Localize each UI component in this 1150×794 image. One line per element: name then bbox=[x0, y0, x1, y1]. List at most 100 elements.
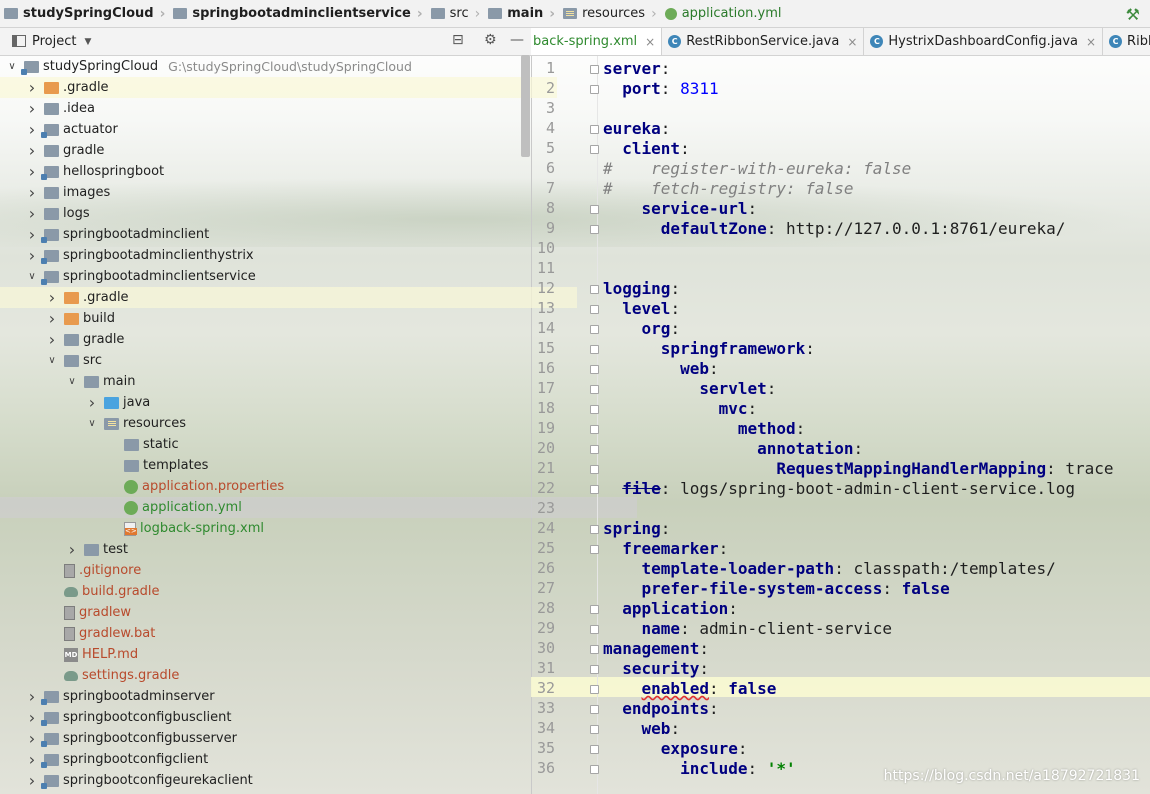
fold-marker-icon[interactable] bbox=[590, 345, 599, 354]
fold-marker-icon[interactable] bbox=[590, 405, 599, 414]
editor-tab[interactable]: C HystrixDashboardConfig.java × bbox=[864, 28, 1104, 55]
tree-node[interactable]: settings.gradle bbox=[0, 665, 577, 686]
tree-node[interactable]: gradlew.bat bbox=[0, 623, 577, 644]
tree-node[interactable]: › gradle bbox=[0, 329, 577, 350]
hide-icon[interactable]: — bbox=[510, 32, 524, 48]
chevron-right-icon[interactable]: › bbox=[26, 246, 38, 265]
tree-node[interactable]: › build bbox=[0, 308, 577, 329]
chevron-down-icon[interactable]: ∨ bbox=[66, 376, 78, 387]
chevron-right-icon[interactable]: › bbox=[26, 141, 38, 160]
tree-node[interactable]: › .gradle bbox=[0, 287, 577, 308]
chevron-right-icon[interactable]: › bbox=[26, 225, 38, 244]
fold-marker-icon[interactable] bbox=[590, 465, 599, 474]
fold-marker-icon[interactable] bbox=[590, 85, 599, 94]
close-icon[interactable]: × bbox=[645, 35, 655, 49]
build-hammer-icon[interactable]: ⚒ bbox=[1126, 5, 1140, 24]
fold-marker-icon[interactable] bbox=[590, 145, 599, 154]
fold-marker-icon[interactable] bbox=[590, 125, 599, 134]
tree-node[interactable]: › java bbox=[0, 392, 617, 413]
chevron-right-icon[interactable]: › bbox=[26, 78, 38, 97]
chevron-right-icon[interactable]: › bbox=[26, 750, 38, 769]
chevron-down-icon[interactable]: ∨ bbox=[6, 61, 18, 72]
chevron-right-icon[interactable]: › bbox=[86, 393, 98, 412]
fold-marker-icon[interactable] bbox=[590, 545, 599, 554]
project-pane-title[interactable]: Project bbox=[32, 34, 76, 49]
chevron-right-icon[interactable]: › bbox=[26, 204, 38, 223]
chevron-right-icon[interactable]: › bbox=[26, 687, 38, 706]
tree-node[interactable]: › springbootconfigbusclient bbox=[0, 707, 557, 728]
chevron-right-icon[interactable]: › bbox=[26, 729, 38, 748]
fold-marker-icon[interactable] bbox=[590, 765, 599, 774]
chevron-right-icon[interactable]: › bbox=[26, 120, 38, 139]
tree-node[interactable]: › hellospringboot bbox=[0, 161, 557, 182]
chevron-right-icon[interactable]: › bbox=[46, 330, 58, 349]
tree-node[interactable]: › springbootadminserver bbox=[0, 686, 557, 707]
fold-marker-icon[interactable] bbox=[590, 65, 599, 74]
tree-node[interactable]: › springbootconfigbusserver bbox=[0, 728, 557, 749]
tree-node[interactable]: › .gradle bbox=[0, 77, 557, 98]
chevron-right-icon[interactable]: › bbox=[26, 771, 38, 790]
fold-marker-icon[interactable] bbox=[590, 605, 599, 614]
fold-marker-icon[interactable] bbox=[590, 525, 599, 534]
tree-node[interactable]: › actuator bbox=[0, 119, 557, 140]
tree-node[interactable]: › .idea bbox=[0, 98, 557, 119]
fold-marker-icon[interactable] bbox=[590, 425, 599, 434]
tree-node[interactable]: build.gradle bbox=[0, 581, 577, 602]
tree-node[interactable]: › images bbox=[0, 182, 557, 203]
tree-node[interactable]: gradlew bbox=[0, 602, 577, 623]
fold-marker-icon[interactable] bbox=[590, 745, 599, 754]
tree-scrollbar[interactable] bbox=[521, 55, 530, 157]
chevron-down-icon[interactable]: ∨ bbox=[86, 418, 98, 429]
fold-marker-icon[interactable] bbox=[590, 305, 599, 314]
collapse-all-icon[interactable]: ⊟ bbox=[452, 32, 464, 48]
breadcrumb-item[interactable]: src › bbox=[427, 0, 485, 27]
tree-node[interactable]: ∨ main bbox=[0, 371, 597, 392]
gear-icon[interactable]: ⚙ bbox=[484, 32, 497, 48]
fold-marker-icon[interactable] bbox=[590, 705, 599, 714]
tree-node[interactable]: ∨ src bbox=[0, 350, 577, 371]
fold-marker-icon[interactable] bbox=[590, 485, 599, 494]
editor-tab[interactable]: C RestRibbonService.java × bbox=[662, 28, 865, 55]
fold-marker-icon[interactable] bbox=[590, 645, 599, 654]
close-icon[interactable]: × bbox=[1086, 35, 1096, 49]
editor-tab[interactable]: C RibbonConfig bbox=[1103, 28, 1150, 55]
chevron-right-icon[interactable]: › bbox=[46, 288, 58, 307]
tree-node[interactable]: ∨ studySpringCloud G:\studySpringCloud\stu… bbox=[0, 56, 537, 77]
chevron-right-icon[interactable]: › bbox=[26, 708, 38, 727]
tree-node[interactable]: MD HELP.md bbox=[0, 644, 577, 665]
tree-node[interactable]: › springbootadminclient bbox=[0, 224, 557, 245]
fold-marker-icon[interactable] bbox=[590, 365, 599, 374]
breadcrumb-item[interactable]: studySpringCloud › bbox=[0, 0, 169, 27]
chevron-down-icon[interactable]: ∨ bbox=[26, 271, 38, 282]
tree-node[interactable]: › springbootconfigeurekaclient bbox=[0, 770, 557, 791]
fold-marker-icon[interactable] bbox=[590, 205, 599, 214]
editor-tab[interactable]: back-spring.xml × bbox=[531, 28, 663, 55]
tree-node[interactable]: › logs bbox=[0, 203, 557, 224]
fold-marker-icon[interactable] bbox=[590, 725, 599, 734]
fold-marker-icon[interactable] bbox=[590, 625, 599, 634]
fold-marker-icon[interactable] bbox=[590, 665, 599, 674]
breadcrumb-item[interactable]: application.yml bbox=[661, 0, 786, 27]
close-icon[interactable]: × bbox=[847, 35, 857, 49]
chevron-down-icon[interactable]: ▼ bbox=[84, 37, 91, 47]
tree-node[interactable]: › test bbox=[0, 539, 597, 560]
chevron-right-icon[interactable]: › bbox=[46, 309, 58, 328]
tree-node[interactable]: › springbootconfigclient bbox=[0, 749, 557, 770]
tree-node[interactable]: › gradle bbox=[0, 140, 557, 161]
code-editor[interactable]: 1 2 3 4 5 6 7 8 9 10 11 12 13 14 15 16 17 18 19 20 21 22 23 24 2… bbox=[531, 56, 1150, 794]
fold-marker-icon[interactable] bbox=[590, 285, 599, 294]
tree-node[interactable]: ∨ springbootadminclientservice bbox=[0, 266, 557, 287]
chevron-right-icon[interactable]: › bbox=[66, 540, 78, 559]
fold-marker-icon[interactable] bbox=[590, 225, 599, 234]
breadcrumb-item[interactable]: springbootadminclientservice › bbox=[169, 0, 426, 27]
fold-marker-icon[interactable] bbox=[590, 325, 599, 334]
breadcrumb-item[interactable]: resources › bbox=[559, 0, 661, 27]
chevron-right-icon[interactable]: › bbox=[26, 183, 38, 202]
tree-node[interactable]: ∨ resources bbox=[0, 413, 617, 434]
chevron-down-icon[interactable]: ∨ bbox=[46, 355, 58, 366]
breadcrumb-item[interactable]: main › bbox=[484, 0, 559, 27]
chevron-right-icon[interactable]: › bbox=[26, 99, 38, 118]
tree-node[interactable]: › springbootadminclienthystrix bbox=[0, 245, 557, 266]
fold-marker-icon[interactable] bbox=[590, 445, 599, 454]
fold-marker-icon[interactable] bbox=[590, 385, 599, 394]
